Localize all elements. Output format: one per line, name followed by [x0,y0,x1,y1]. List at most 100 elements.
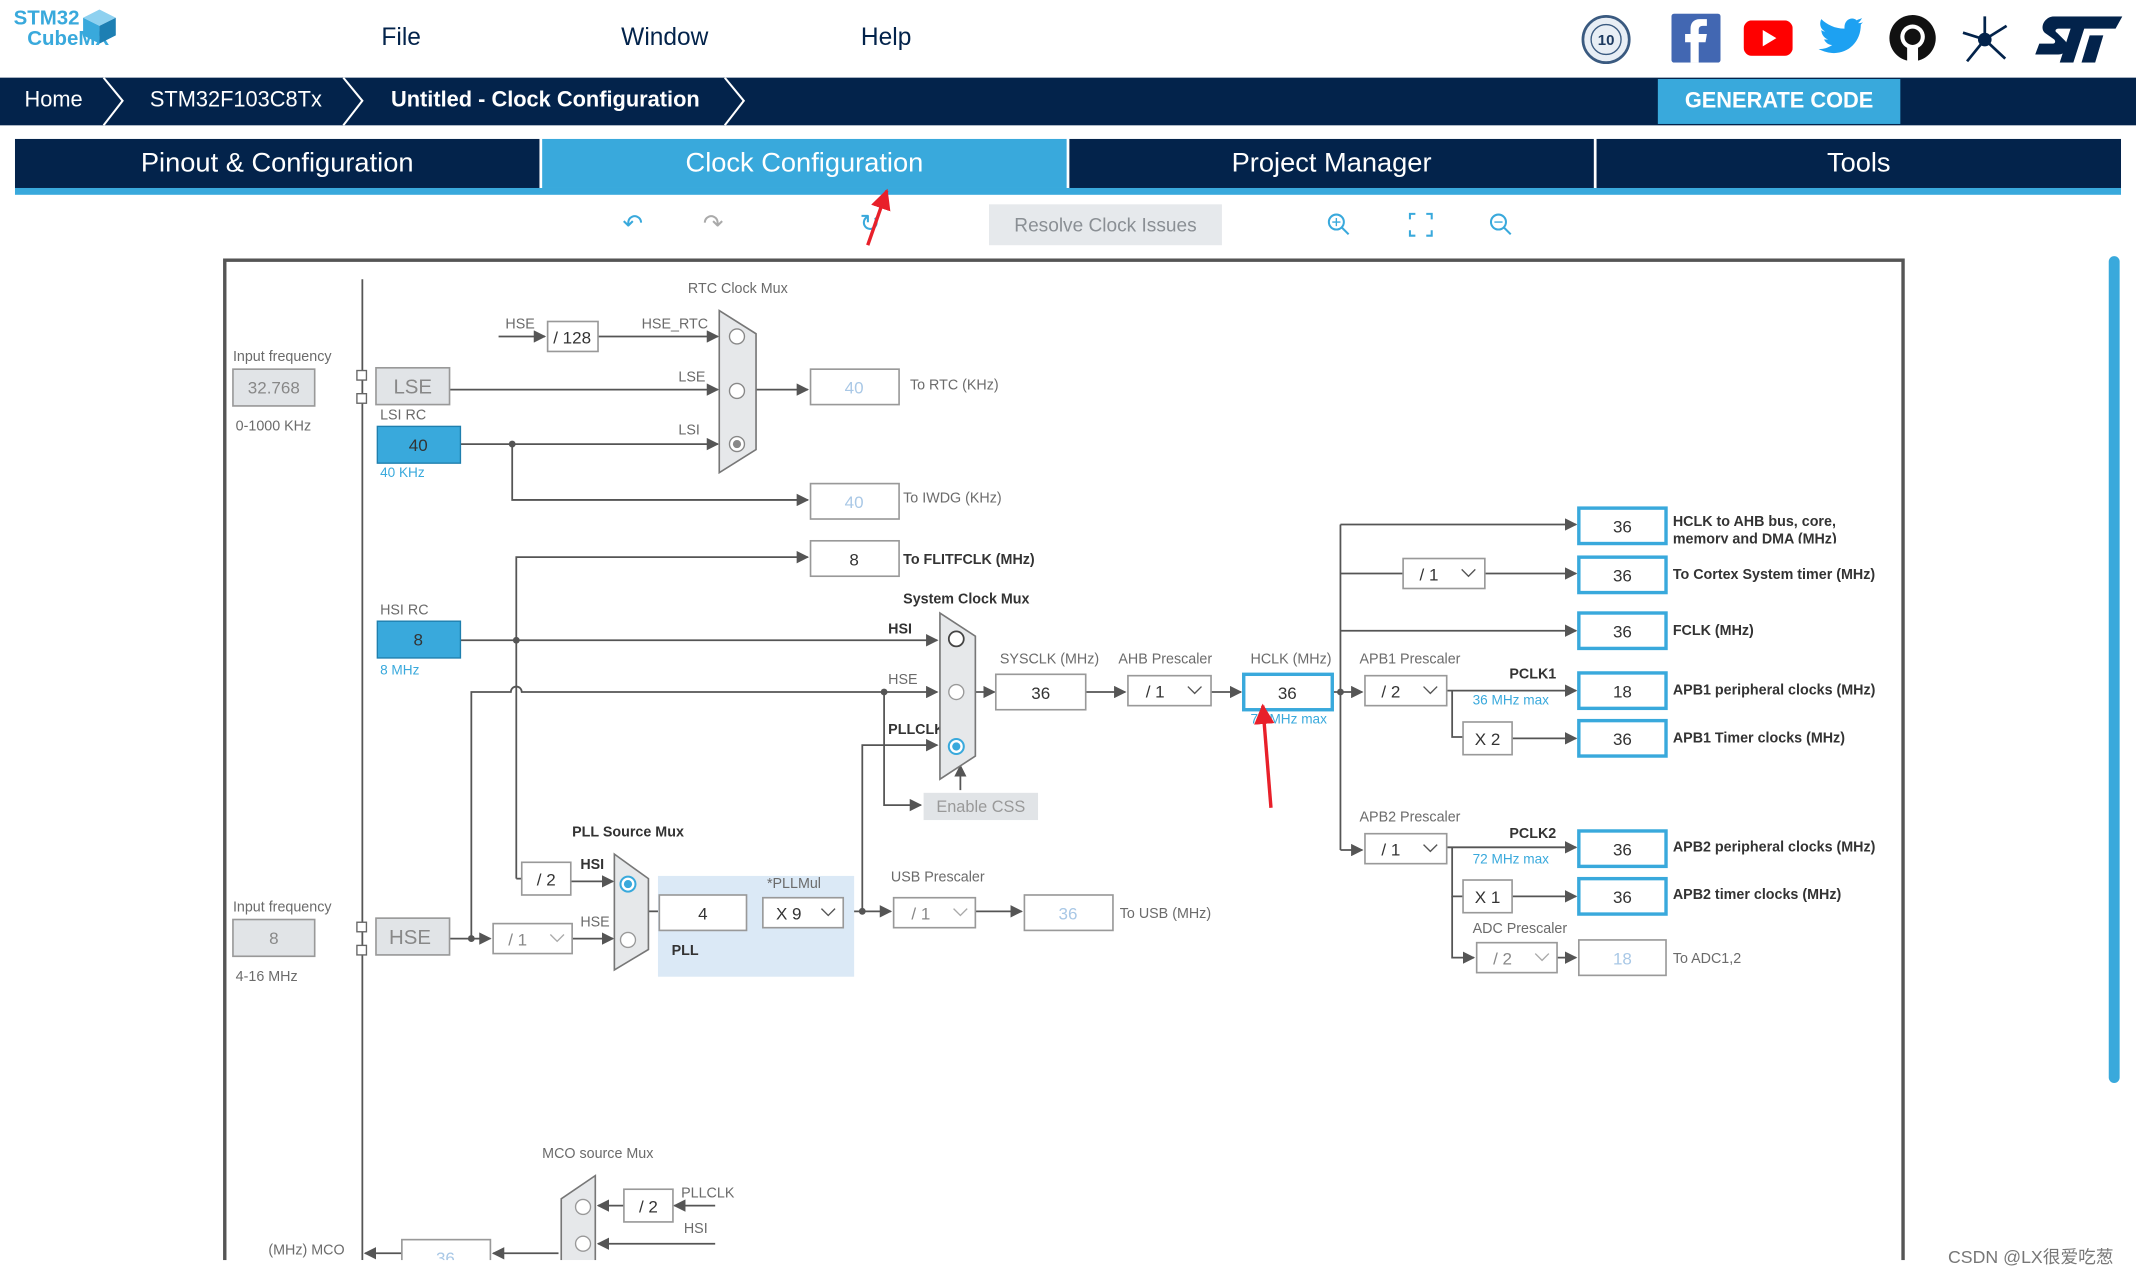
pll-input-value: 4 [698,905,707,924]
apb1-prescaler-label: APB1 Prescaler [1360,651,1461,667]
sysclk-label: SYSCLK (MHz) [1000,651,1099,667]
rtc-mux-title: RTC Clock Mux [688,281,788,297]
sysmux-hse-label: HSE [888,672,917,688]
apb1-timer-label: APB1 Timer clocks (MHz) [1673,730,1845,746]
ahb-bus-value[interactable]: 36 [1613,518,1632,537]
apb2-timer-label: APB2 timer clocks (MHz) [1673,887,1842,903]
ahb-prescaler-select[interactable]: / 1 [1127,674,1212,707]
hclk-value[interactable]: 36 [1278,684,1297,703]
rtc-radio-hse[interactable] [728,328,746,345]
fclk-value[interactable]: 36 [1613,623,1632,642]
mco-pllclk-label: PLLCLK [681,1185,735,1201]
cortex-divider-value[interactable]: / 1 [1420,565,1439,584]
apb2-prescaler-value[interactable]: / 1 [1381,840,1400,859]
hsi-pll-divider-value: / 2 [537,870,556,889]
rtc-hse-label: HSE [505,316,534,332]
apb2-prescaler-select[interactable]: / 1 [1364,832,1448,865]
pclk1-max-label: 36 MHz max [1473,692,1550,707]
ahb-bus-label-1: HCLK to AHB bus, core, [1673,514,1836,530]
cortex-label: To Cortex System timer (MHz) [1673,567,1876,583]
apb1-timer-multiplier-value: X 2 [1475,730,1501,749]
mco-source-mux-title: MCO source Mux [542,1146,653,1162]
apb2-timer-multiplier-value: X 1 [1475,888,1501,907]
hse-pll-divider-select[interactable]: / 1 [492,922,573,955]
pllsrc-hsi-label: HSI [580,857,604,873]
sysmux-radio-hse[interactable] [948,683,965,701]
usb-output-value: 36 [1059,905,1078,924]
apb1-peripheral-value[interactable]: 18 [1613,682,1632,701]
adc-prescaler-value[interactable]: / 2 [1493,949,1512,968]
apb2-prescaler-label: APB2 Prescaler [1360,809,1461,825]
enable-css-label[interactable]: Enable CSS [936,798,1025,816]
flitfclk-label: To FLITFCLK (MHz) [903,552,1035,568]
hse-label: HSE [389,927,431,949]
adc-output-label: To ADC1,2 [1673,951,1741,967]
cortex-value[interactable]: 36 [1613,567,1632,586]
hse-pll-divider-value[interactable]: / 1 [508,930,527,949]
apb1-prescaler-value[interactable]: / 2 [1381,682,1400,701]
annotation-arrow-tab [866,188,891,246]
lsi-rc-label: LSI RC [380,408,426,424]
hclk-label: HCLK (MHz) [1251,651,1332,667]
hsi-rc-label: HSI RC [380,602,428,618]
mco-output-label: (MHz) MCO [268,1243,344,1259]
mco-divider-value: / 2 [639,1197,658,1216]
rtc-output-value: 40 [845,379,864,398]
clock-tree-diagram: Input frequency 32.768 0-1000 KHz LSE LS… [223,188,1905,1275]
adc-prescaler-select[interactable]: / 2 [1475,941,1558,974]
lse-range-label: 0-1000 KHz [236,418,312,434]
hse-range-label: 4-16 MHz [236,969,298,985]
hsi-value: 8 [413,631,422,650]
rtc-radio-lse[interactable] [728,382,746,400]
rtc-output-label: To RTC (KHz) [910,378,999,394]
usb-prescaler-select[interactable]: / 1 [892,896,977,929]
adc-prescaler-label: ADC Prescaler [1473,921,1568,937]
apb2-timer-value[interactable]: 36 [1613,888,1632,907]
usb-prescaler-label: USB Prescaler [891,869,985,885]
app-window: STM32 CubeMX File Window Help 10 Home ST… [0,0,2136,1275]
rtc-divider-value: / 128 [553,328,591,347]
sysclk-value: 36 [1031,684,1050,703]
sysmux-hsi-label: HSI [888,621,912,637]
adc-output-value: 18 [1613,949,1632,968]
hse-input-frequency-label: Input frequency [233,899,332,915]
mco-radio-pllclk[interactable] [574,1198,592,1216]
pllmul-label: *PLLMul [767,876,821,892]
ahb-prescaler-value[interactable]: / 1 [1146,682,1165,701]
usb-prescaler-value[interactable]: / 1 [911,905,930,924]
rtc-lse-label: LSE [678,369,705,385]
apb2-peripheral-value[interactable]: 36 [1613,840,1632,859]
pllmul-value[interactable]: X 9 [776,905,802,924]
pll-label: PLL [672,943,699,959]
watermark: CSDN @LX很爱吃葱 [1948,1246,2114,1267]
bottom-edge [0,1260,2136,1275]
system-clock-mux-title: System Clock Mux [903,591,1029,607]
apb1-prescaler-select[interactable]: / 2 [1364,674,1448,707]
lse-label: LSE [393,377,432,399]
lsi-unit: 40 KHz [380,465,425,480]
diagram-frame [223,258,1905,1275]
cortex-divider-select[interactable]: / 1 [1402,557,1486,590]
mco-radio-hsi[interactable] [574,1235,592,1252]
ahb-prescaler-label: AHB Prescaler [1118,651,1212,667]
sysmux-radio-hsi[interactable] [947,630,965,648]
pclk2-label: PCLK2 [1509,826,1556,842]
apb1-timer-value[interactable]: 36 [1613,730,1632,749]
pll-source-mux-title: PLL Source Mux [572,824,684,840]
rtc-lsi-label: LSI [678,423,699,439]
hse-frequency-value[interactable]: 8 [269,929,278,948]
sysmux-pllclk-label: PLLCLK [888,722,945,738]
apb2-peripheral-label: APB2 peripheral clocks (MHz) [1673,839,1876,855]
pllmul-select[interactable]: X 9 [762,896,845,929]
usb-output-label: To USB (MHz) [1120,906,1211,922]
pclk2-max-label: 72 MHz max [1473,852,1550,867]
hse-rtc-label: HSE_RTC [642,316,708,332]
pllsrc-radio-hse[interactable] [619,931,637,949]
flitfclk-value: 8 [849,550,858,569]
lsi-value: 40 [409,436,428,455]
fclk-label: FCLK (MHz) [1673,623,1754,639]
lse-frequency-value[interactable]: 32.768 [248,379,300,398]
mco-hsi-label: HSI [684,1221,708,1237]
hsi-unit: 8 MHz [380,662,420,677]
apb1-peripheral-label: APB1 peripheral clocks (MHz) [1673,683,1876,699]
